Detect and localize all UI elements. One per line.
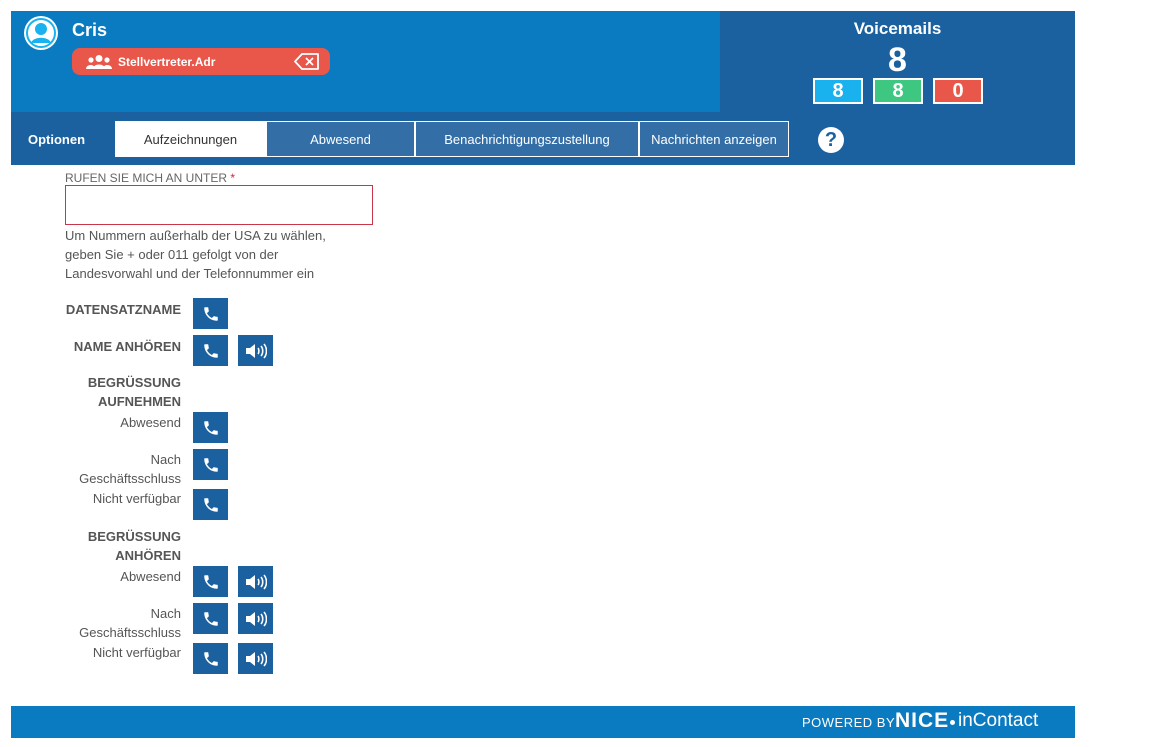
listen-absent-call-button[interactable] xyxy=(193,566,228,597)
phone-icon xyxy=(203,457,218,472)
listen-absent-label: Abwesend xyxy=(120,569,181,584)
record-greeting-label: BEGRÜSSUNG AUFNEHMEN xyxy=(87,375,181,409)
phone-icon xyxy=(203,651,218,666)
header: Cris Stellvertreter.Adr Voicemails 8 8 8 xyxy=(11,11,1075,112)
record-absent-call-button[interactable] xyxy=(193,412,228,443)
callback-label-text: RUFEN SIE MICH AN UNTER xyxy=(65,171,228,185)
phone-icon xyxy=(203,497,218,512)
listen-after-hours-call-button[interactable] xyxy=(193,603,228,634)
listen-absent-play-button[interactable] xyxy=(238,566,273,597)
user-avatar-icon xyxy=(26,18,56,48)
phone-icon xyxy=(203,574,218,589)
footer: POWERED BY NICE inContact xyxy=(11,706,1075,738)
listen-unavailable-label: Nicht verfügbar xyxy=(92,645,181,660)
user-name: Cris xyxy=(72,20,108,40)
record-absent-label: Abwesend xyxy=(120,415,181,430)
brand-incontact-logo: inContact xyxy=(958,710,1039,731)
voicemails-badge-blue[interactable]: 8 xyxy=(813,78,863,104)
callback-label: RUFEN SIE MICH AN UNTER * xyxy=(65,171,235,185)
record-after-hours-label: Nach Geschäftsschluss xyxy=(79,452,181,486)
required-mark: * xyxy=(230,171,236,185)
listen-name-call-button[interactable] xyxy=(193,335,228,366)
brand-dot xyxy=(950,720,955,725)
phone-icon xyxy=(203,611,218,626)
speaker-icon xyxy=(245,610,267,627)
voicemails-badge-green[interactable]: 8 xyxy=(873,78,923,104)
phone-icon xyxy=(203,343,218,358)
main-content: RUFEN SIE MICH AN UNTER * Um Nummern auß… xyxy=(11,165,1075,695)
record-unavailable-call-button[interactable] xyxy=(193,489,228,520)
agent-label: Stellvertreter.Adr xyxy=(118,54,216,69)
callback-number-input[interactable] xyxy=(65,185,373,225)
listen-name-label: NAME ANHÖREN xyxy=(73,339,181,354)
agent-pill: Stellvertreter.Adr xyxy=(72,48,330,75)
voicemails-total: 8 xyxy=(888,41,907,79)
powered-by-text: POWERED BY xyxy=(802,715,896,730)
speaker-icon xyxy=(245,342,267,359)
listen-unavailable-play-button[interactable] xyxy=(238,643,273,674)
phone-icon xyxy=(203,306,218,321)
avatar xyxy=(24,16,58,50)
voicemails-title: Voicemails xyxy=(853,19,942,38)
brand-nice-logo: NICE xyxy=(895,709,950,732)
record-after-hours-call-button[interactable] xyxy=(193,449,228,480)
record-name-label: DATENSATZNAME xyxy=(65,302,181,317)
speaker-icon xyxy=(245,650,267,667)
listen-greeting-label: BEGRÜSSUNG ANHÖREN xyxy=(87,529,181,563)
options-label: Optionen xyxy=(28,132,86,147)
voicemails-badges: 8 8 0 xyxy=(813,78,983,104)
listen-after-hours-play-button[interactable] xyxy=(238,603,273,634)
clear-backspace-icon[interactable] xyxy=(294,53,320,70)
record-name-call-button[interactable] xyxy=(193,298,228,329)
listen-after-hours-label: Nach Geschäftsschluss xyxy=(79,606,181,640)
tab-recordings[interactable]: Aufzeichnungen xyxy=(115,121,266,157)
tab-notification-delivery[interactable]: Benachrichtigungszustellung xyxy=(415,121,639,157)
record-unavailable-label: Nicht verfügbar xyxy=(92,491,181,506)
speaker-icon xyxy=(245,573,267,590)
help-icon[interactable]: ? xyxy=(818,127,844,153)
group-icon xyxy=(86,54,112,69)
tab-bar: Optionen Aufzeichnungen Abwesend Benachr… xyxy=(11,112,1075,165)
listen-unavailable-call-button[interactable] xyxy=(193,643,228,674)
voicemails-panel: Voicemails 8 8 8 0 xyxy=(720,11,1075,112)
voicemails-badge-red[interactable]: 0 xyxy=(933,78,983,104)
tab-show-messages[interactable]: Nachrichten anzeigen xyxy=(639,121,789,157)
listen-name-play-button[interactable] xyxy=(238,335,273,366)
tab-absent[interactable]: Abwesend xyxy=(266,121,415,157)
callback-hint: Um Nummern außerhalb der USA zu wählen, … xyxy=(65,228,326,281)
phone-icon xyxy=(203,420,218,435)
app: Cris Stellvertreter.Adr Voicemails 8 8 8 xyxy=(11,11,1075,165)
